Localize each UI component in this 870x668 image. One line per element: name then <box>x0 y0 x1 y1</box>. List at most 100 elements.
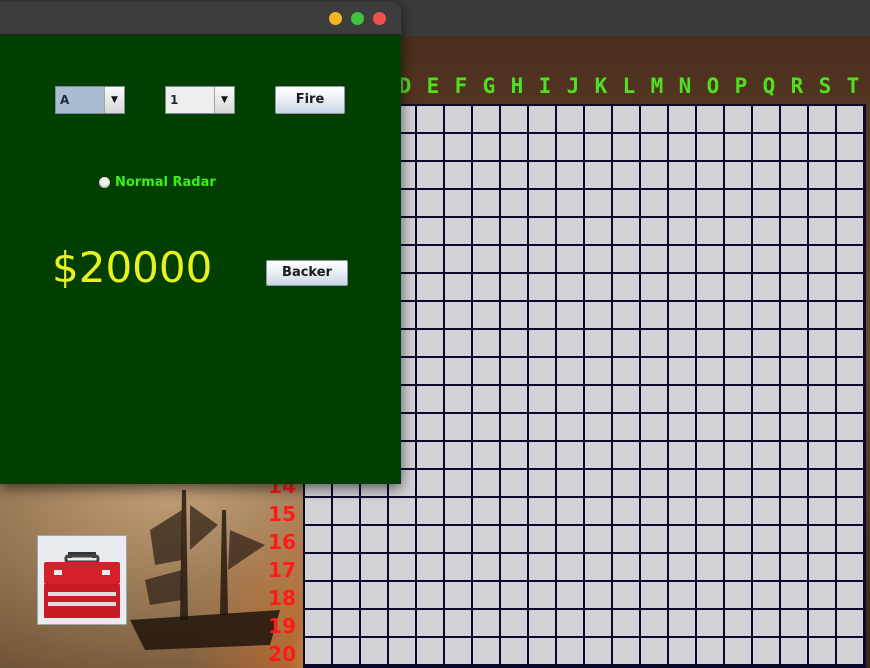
grid-cell[interactable] <box>501 442 527 468</box>
grid-cell[interactable] <box>585 386 611 412</box>
grid-cell[interactable] <box>557 498 583 524</box>
radio-dot-icon[interactable] <box>99 177 110 188</box>
grid-cell[interactable] <box>333 610 359 636</box>
grid-cell[interactable] <box>669 246 695 272</box>
grid-cell[interactable] <box>557 246 583 272</box>
grid-cell[interactable] <box>501 414 527 440</box>
grid-cell[interactable] <box>809 638 835 664</box>
grid-cell[interactable] <box>641 302 667 328</box>
grid-cell[interactable] <box>613 582 639 608</box>
grid-cell[interactable] <box>725 246 751 272</box>
grid-cell[interactable] <box>445 554 471 580</box>
grid-cell[interactable] <box>417 554 443 580</box>
dialog-titlebar[interactable] <box>0 2 401 35</box>
grid-cell[interactable] <box>753 302 779 328</box>
grid-cell[interactable] <box>613 246 639 272</box>
grid-cell[interactable] <box>781 330 807 356</box>
grid-cell[interactable] <box>557 554 583 580</box>
grid-cell[interactable] <box>361 610 387 636</box>
grid-cell[interactable] <box>417 190 443 216</box>
grid-cell[interactable] <box>613 442 639 468</box>
grid-cell[interactable] <box>445 302 471 328</box>
grid-cell[interactable] <box>501 610 527 636</box>
grid-cell[interactable] <box>837 610 863 636</box>
grid-cell[interactable] <box>389 610 415 636</box>
grid-cell[interactable] <box>501 134 527 160</box>
grid-cell[interactable] <box>641 274 667 300</box>
grid-cell[interactable] <box>585 190 611 216</box>
grid-cell[interactable] <box>669 106 695 132</box>
grid-cell[interactable] <box>781 414 807 440</box>
grid-cell[interactable] <box>361 582 387 608</box>
backer-button[interactable]: Backer <box>266 260 348 286</box>
grid-cell[interactable] <box>585 330 611 356</box>
row-select[interactable]: 1 ▼ <box>165 86 235 114</box>
grid-cell[interactable] <box>557 414 583 440</box>
grid-cell[interactable] <box>697 414 723 440</box>
grid-cell[interactable] <box>781 582 807 608</box>
grid-cell[interactable] <box>473 246 499 272</box>
grid-cell[interactable] <box>697 190 723 216</box>
maximize-icon[interactable] <box>351 12 364 25</box>
grid-cell[interactable] <box>445 106 471 132</box>
grid-cell[interactable] <box>501 162 527 188</box>
grid-cell[interactable] <box>725 582 751 608</box>
grid-cell[interactable] <box>557 302 583 328</box>
grid-cell[interactable] <box>809 162 835 188</box>
grid-cell[interactable] <box>305 554 331 580</box>
grid-cell[interactable] <box>417 274 443 300</box>
grid-cell[interactable] <box>753 414 779 440</box>
grid-cell[interactable] <box>781 134 807 160</box>
grid-cell[interactable] <box>641 134 667 160</box>
grid-cell[interactable] <box>781 610 807 636</box>
grid-cell[interactable] <box>501 218 527 244</box>
grid-cell[interactable] <box>529 330 555 356</box>
grid-cell[interactable] <box>305 610 331 636</box>
grid-cell[interactable] <box>585 582 611 608</box>
grid-cell[interactable] <box>725 442 751 468</box>
grid-cell[interactable] <box>501 246 527 272</box>
grid-cell[interactable] <box>585 134 611 160</box>
grid-cell[interactable] <box>417 386 443 412</box>
grid-cell[interactable] <box>501 582 527 608</box>
grid-cell[interactable] <box>417 582 443 608</box>
grid-cell[interactable] <box>725 638 751 664</box>
grid-cell[interactable] <box>585 638 611 664</box>
grid-cell[interactable] <box>417 134 443 160</box>
grid-cell[interactable] <box>361 526 387 552</box>
grid-cell[interactable] <box>753 526 779 552</box>
grid-cell[interactable] <box>613 358 639 384</box>
grid-cell[interactable] <box>613 638 639 664</box>
grid-cell[interactable] <box>585 106 611 132</box>
grid-cell[interactable] <box>753 246 779 272</box>
grid-cell[interactable] <box>837 638 863 664</box>
grid-cell[interactable] <box>725 162 751 188</box>
grid-cell[interactable] <box>473 526 499 552</box>
grid-cell[interactable] <box>613 330 639 356</box>
grid-cell[interactable] <box>501 330 527 356</box>
grid-cell[interactable] <box>473 610 499 636</box>
grid-cell[interactable] <box>501 470 527 496</box>
grid-cell[interactable] <box>809 358 835 384</box>
grid-cell[interactable] <box>781 386 807 412</box>
grid-cell[interactable] <box>501 638 527 664</box>
grid-cell[interactable] <box>837 330 863 356</box>
grid-cell[interactable] <box>669 610 695 636</box>
grid-cell[interactable] <box>725 386 751 412</box>
grid-cell[interactable] <box>613 302 639 328</box>
grid-cell[interactable] <box>669 470 695 496</box>
grid-cell[interactable] <box>697 638 723 664</box>
grid-cell[interactable] <box>725 106 751 132</box>
grid-cell[interactable] <box>837 302 863 328</box>
grid-cell[interactable] <box>529 638 555 664</box>
grid-cell[interactable] <box>809 470 835 496</box>
grid-cell[interactable] <box>837 442 863 468</box>
grid-cell[interactable] <box>473 554 499 580</box>
grid-cell[interactable] <box>529 302 555 328</box>
grid-cell[interactable] <box>613 554 639 580</box>
grid-cell[interactable] <box>697 106 723 132</box>
grid-cell[interactable] <box>529 218 555 244</box>
grid-cell[interactable] <box>445 330 471 356</box>
grid-cell[interactable] <box>529 386 555 412</box>
grid-cell[interactable] <box>641 386 667 412</box>
